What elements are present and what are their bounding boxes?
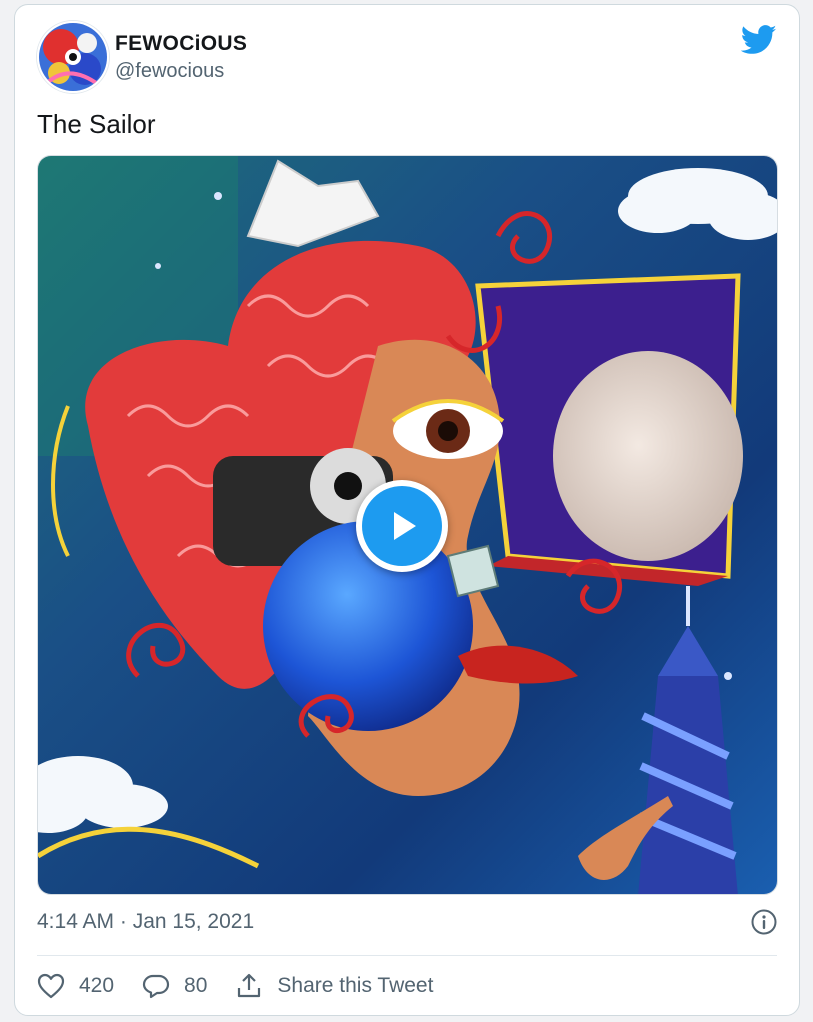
divider [37, 955, 777, 956]
play-icon [394, 512, 416, 540]
user-handle[interactable]: @fewocious [115, 60, 224, 83]
tweet-actions: 420 80 Share this Tweet [37, 967, 461, 1005]
info-icon[interactable] [751, 909, 777, 935]
like-count: 420 [79, 974, 115, 997]
share-label: Share this Tweet [277, 974, 434, 997]
tweet-text: The Sailor [37, 109, 156, 139]
video-thumbnail[interactable] [37, 155, 778, 895]
like-button[interactable]: 420 [37, 973, 114, 999]
reply-button[interactable]: 80 [142, 973, 207, 999]
reply-bubble-icon [142, 974, 170, 999]
twitter-bird-icon[interactable] [740, 25, 777, 55]
tweet-card[interactable]: FEWOCiOUS @fewocious The Sailor 4:14 AM … [14, 4, 800, 1016]
share-button[interactable]: Share this Tweet [235, 972, 433, 1000]
display-name[interactable]: FEWOCiOUS [115, 32, 247, 56]
heart-icon [37, 973, 65, 999]
avatar[interactable] [37, 21, 109, 93]
share-icon [238, 973, 261, 998]
reply-count: 80 [184, 974, 208, 997]
play-button[interactable] [356, 480, 448, 572]
tweet-timestamp[interactable]: 4:14 AM · Jan 15, 2021 [37, 910, 254, 934]
